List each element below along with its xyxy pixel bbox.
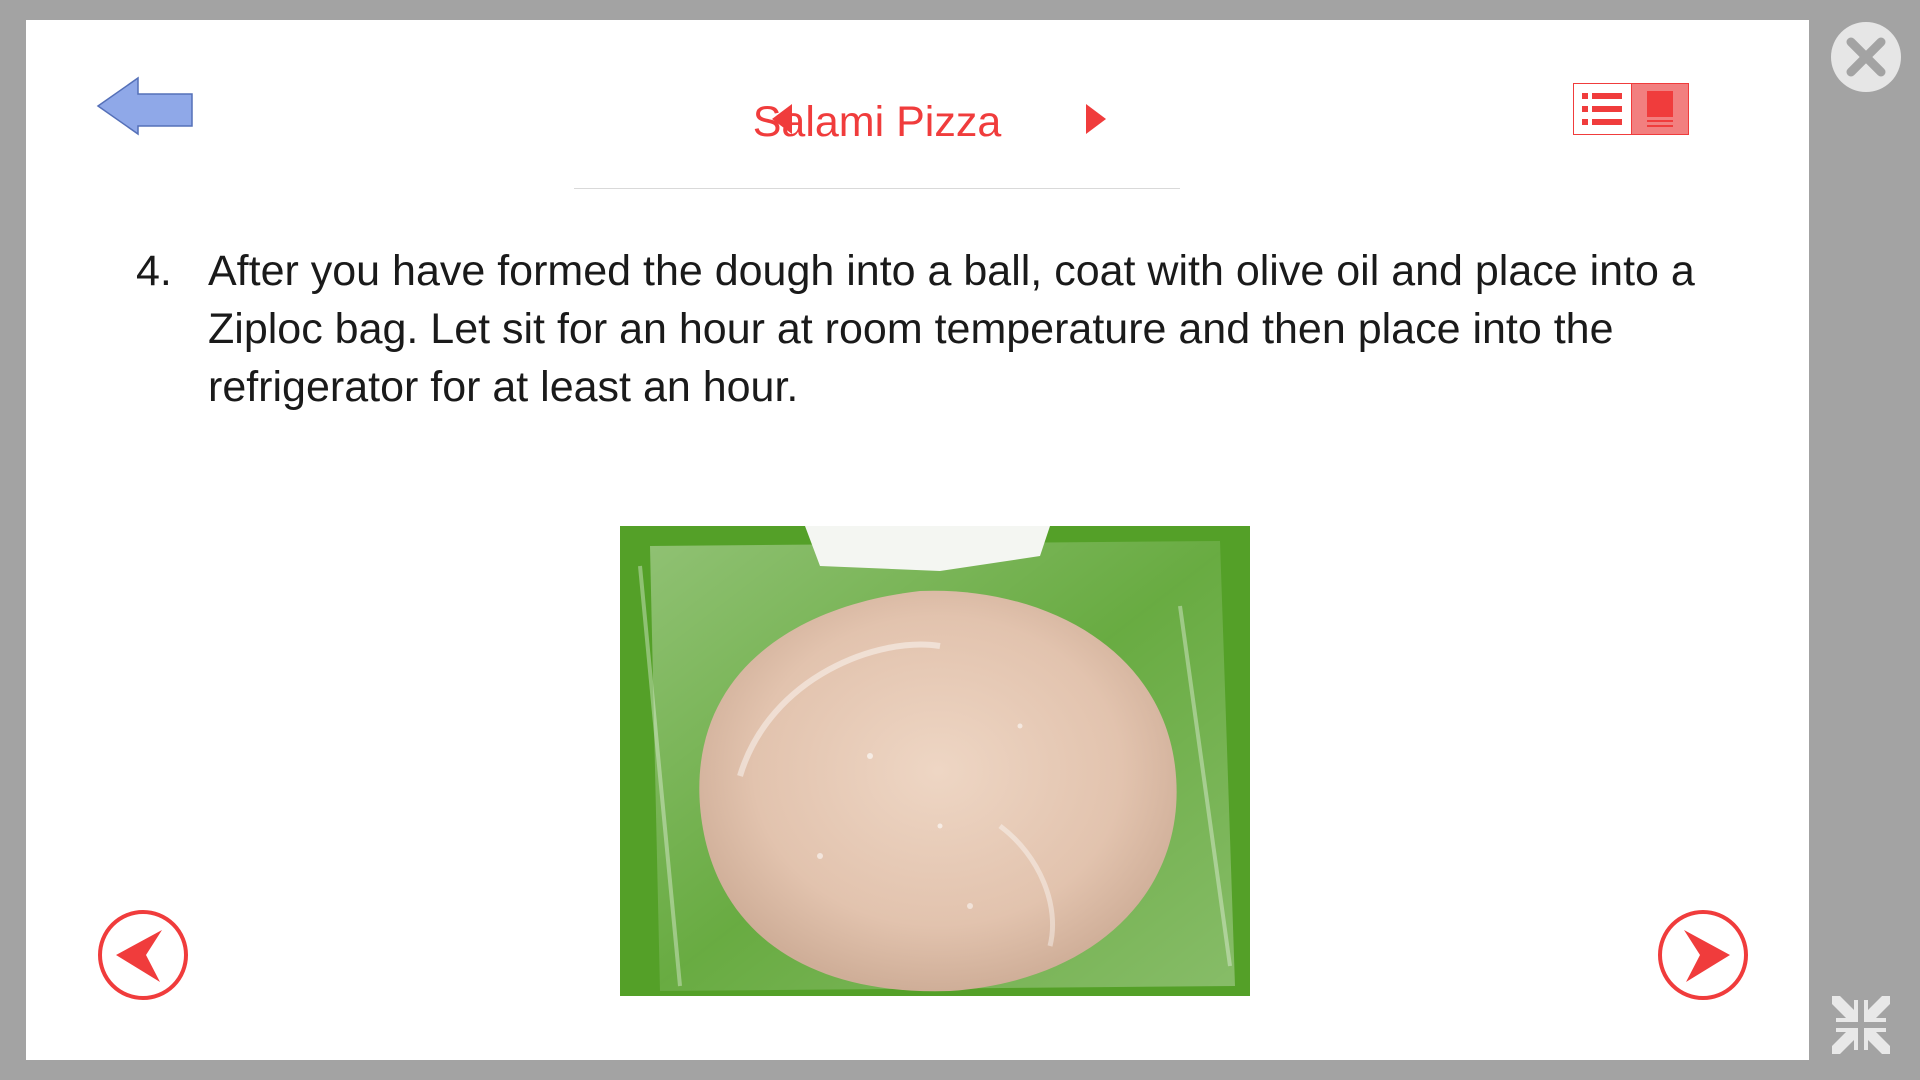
circle-chevron-right-icon xyxy=(1658,910,1748,1000)
close-button[interactable] xyxy=(1829,20,1903,94)
step-photo xyxy=(620,526,1250,996)
step-text: After you have formed the dough into a b… xyxy=(208,247,1695,411)
back-arrow-icon[interactable] xyxy=(96,74,196,138)
page-view-icon[interactable] xyxy=(1631,84,1688,134)
circle-chevron-left-icon xyxy=(98,910,188,1000)
collapse-button[interactable] xyxy=(1830,994,1892,1056)
title-bar: Salami Pizza xyxy=(574,70,1180,189)
collapse-icon xyxy=(1832,996,1890,1054)
previous-step-button[interactable] xyxy=(96,908,190,1002)
recipe-step: 4. After you have formed the dough into … xyxy=(136,242,1756,416)
list-view-icon[interactable] xyxy=(1574,84,1632,134)
view-toggle xyxy=(1573,83,1689,135)
step-number: 4. xyxy=(136,247,172,295)
slide: Salami Pizza 4. After you have formed th… xyxy=(26,20,1809,1060)
next-recipe-icon[interactable] xyxy=(1084,102,1108,136)
close-icon xyxy=(1831,22,1901,92)
next-step-button[interactable] xyxy=(1656,908,1750,1002)
